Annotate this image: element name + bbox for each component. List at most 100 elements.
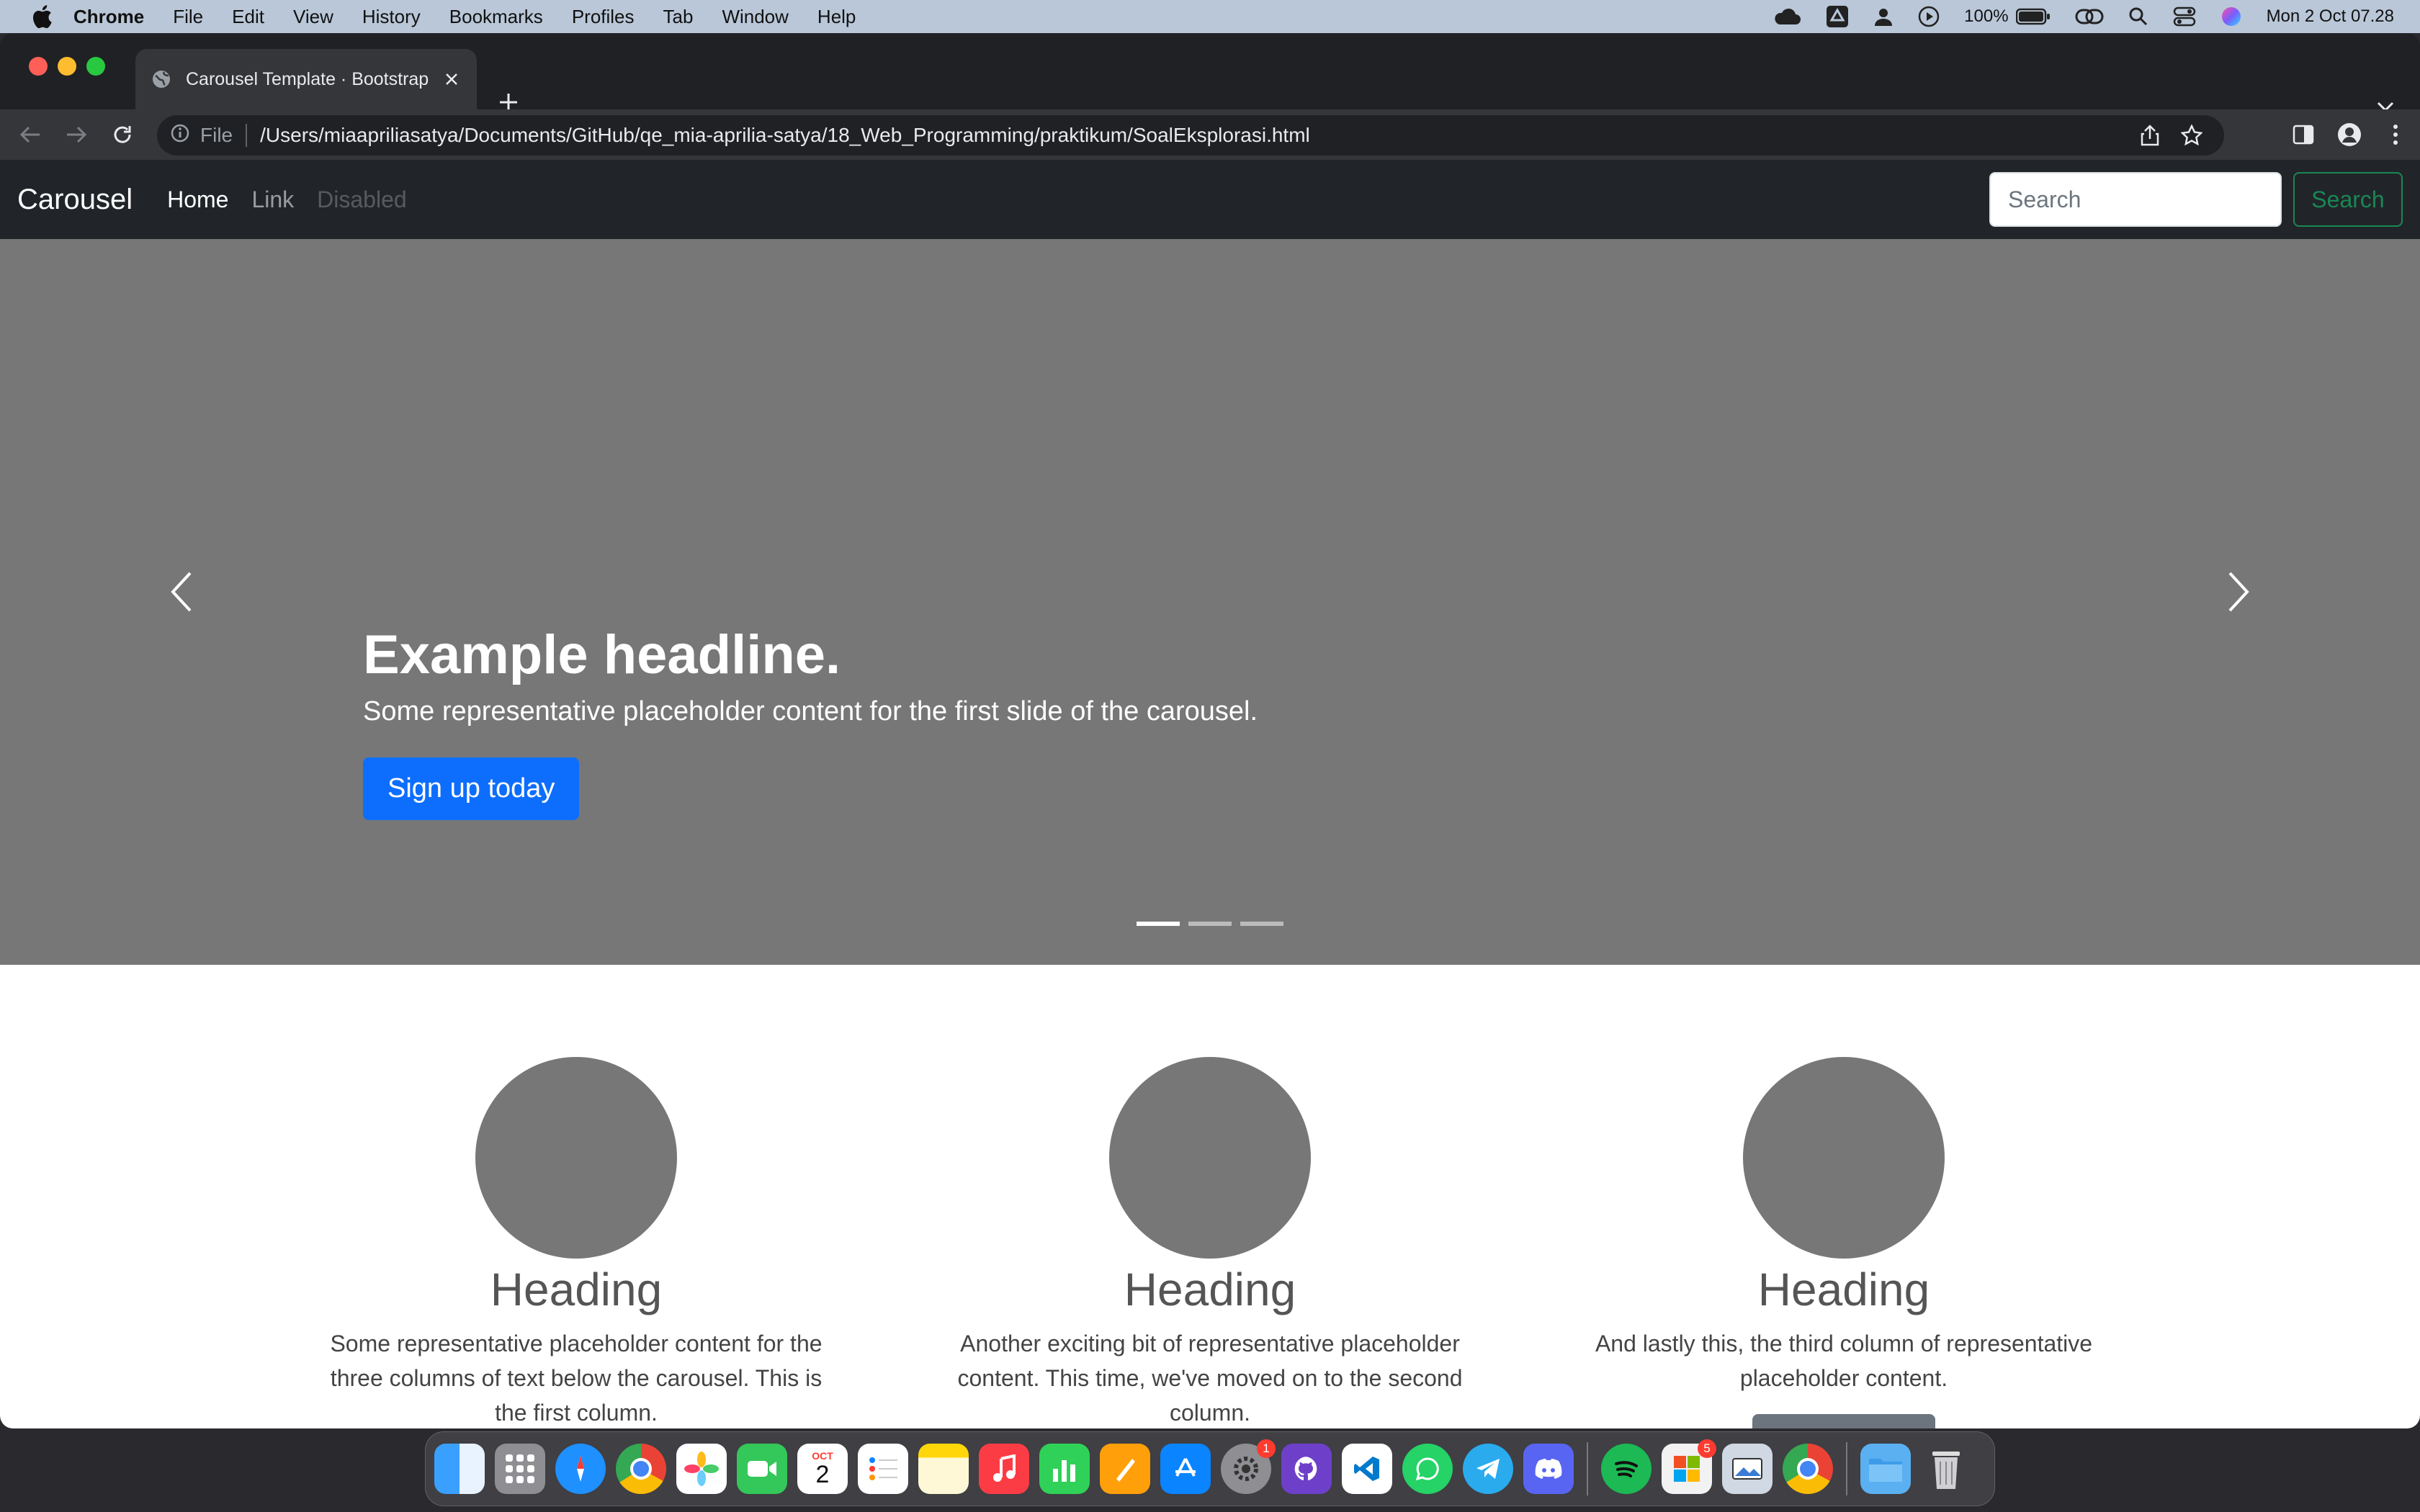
app-icon-badged[interactable]: 5 bbox=[1662, 1439, 1716, 1494]
carousel-indicator-2[interactable] bbox=[1188, 922, 1232, 926]
menu-tab[interactable]: Tab bbox=[663, 6, 694, 28]
close-window-button[interactable] bbox=[29, 57, 48, 76]
menu-profiles[interactable]: Profiles bbox=[572, 6, 635, 28]
numbers-icon[interactable] bbox=[1039, 1444, 1090, 1494]
navbar-brand[interactable]: Carousel bbox=[17, 184, 133, 216]
minimize-window-button[interactable] bbox=[58, 57, 76, 76]
google-drive-icon[interactable] bbox=[1826, 5, 1849, 28]
control-center-icon[interactable] bbox=[2173, 6, 2196, 27]
carousel-prev-chevron-left-icon[interactable] bbox=[160, 563, 203, 621]
notes-icon[interactable] bbox=[918, 1444, 969, 1494]
menu-file[interactable]: File bbox=[173, 6, 203, 28]
side-panel-icon[interactable] bbox=[2287, 119, 2319, 150]
globe-icon bbox=[151, 69, 171, 89]
sign-up-button[interactable]: Sign up today bbox=[363, 757, 580, 820]
battery-icon[interactable] bbox=[2015, 8, 2051, 25]
vscode-icon[interactable] bbox=[1342, 1444, 1392, 1494]
column-2-placeholder-image bbox=[1109, 1057, 1311, 1259]
finder-icon[interactable] bbox=[434, 1444, 485, 1494]
window-controls bbox=[29, 57, 115, 76]
menu-history[interactable]: History bbox=[362, 6, 421, 28]
column-3: Heading And lastly this, the third colum… bbox=[1585, 1057, 2103, 1428]
macos-menu-bar: Chrome File Edit View History Bookmarks … bbox=[0, 0, 2420, 33]
column-2-text: Another exciting bit of representative p… bbox=[957, 1331, 1463, 1426]
share-icon[interactable] bbox=[2141, 125, 2159, 146]
menu-window[interactable]: Window bbox=[722, 6, 788, 28]
preview-icon[interactable] bbox=[1722, 1444, 1773, 1494]
notification-badge: 1 bbox=[1257, 1439, 1276, 1458]
nav-link-disabled: Disabled bbox=[317, 186, 407, 212]
address-bar[interactable]: File /Users/miaapriliasatya/Documents/Gi… bbox=[157, 115, 2224, 156]
menu-app-name[interactable]: Chrome bbox=[73, 6, 144, 28]
folder-icon[interactable] bbox=[1860, 1444, 1911, 1494]
carousel-indicators bbox=[1137, 922, 1292, 926]
trash-icon[interactable] bbox=[1921, 1444, 1971, 1494]
url-text[interactable]: /Users/miaapriliasatya/Documents/GitHub/… bbox=[260, 124, 1310, 147]
column-3-placeholder-image bbox=[1743, 1057, 1945, 1259]
search-form: Search bbox=[1989, 172, 2403, 227]
menu-view[interactable]: View bbox=[293, 6, 333, 28]
column-1: Heading Some representative placeholder … bbox=[317, 1057, 835, 1428]
spotlight-search-icon[interactable] bbox=[2128, 6, 2148, 27]
profile-avatar-icon[interactable] bbox=[2334, 119, 2365, 150]
chrome-icon[interactable] bbox=[616, 1444, 666, 1494]
discord-icon[interactable] bbox=[1523, 1444, 1574, 1494]
column-2-heading: Heading bbox=[1124, 1264, 1296, 1315]
system-settings-gear-icon[interactable]: 1 bbox=[1221, 1439, 1276, 1494]
spotify-icon[interactable] bbox=[1601, 1444, 1652, 1494]
column-3-text: And lastly this, the third column of rep… bbox=[1595, 1331, 2093, 1391]
browser-toolbar: File /Users/miaapriliasatya/Documents/Gi… bbox=[0, 109, 2420, 160]
forward-arrow-icon[interactable] bbox=[60, 119, 92, 150]
github-desktop-icon[interactable] bbox=[1281, 1444, 1332, 1494]
launchpad-icon[interactable] bbox=[495, 1444, 545, 1494]
zoom-window-button[interactable] bbox=[86, 57, 105, 76]
page-viewport: Carousel Home Link Disabled Search Examp… bbox=[0, 160, 2420, 1428]
close-tab-icon[interactable] bbox=[441, 68, 462, 90]
top-navbar: Carousel Home Link Disabled Search bbox=[0, 160, 2420, 239]
search-input[interactable] bbox=[1989, 172, 2282, 227]
carousel-indicator-3[interactable] bbox=[1240, 922, 1283, 926]
link-icon[interactable] bbox=[2075, 7, 2104, 26]
cloud-icon[interactable] bbox=[1773, 7, 1801, 26]
user-icon[interactable] bbox=[1873, 6, 1894, 27]
column-3-view-details-button[interactable] bbox=[1752, 1414, 1935, 1428]
siri-icon[interactable] bbox=[2220, 6, 2242, 27]
pages-icon[interactable] bbox=[1100, 1444, 1150, 1494]
search-button[interactable]: Search bbox=[2293, 172, 2403, 227]
carousel-caption: Example headline. Some representative pl… bbox=[363, 624, 1258, 820]
carousel-next-chevron-right-icon[interactable] bbox=[2217, 563, 2260, 621]
menu-bar-clock[interactable]: Mon 2 Oct 07.28 bbox=[2267, 6, 2394, 27]
column-3-heading: Heading bbox=[1757, 1264, 1930, 1315]
photos-icon[interactable] bbox=[676, 1444, 727, 1494]
column-1-text: Some representative placeholder content … bbox=[330, 1331, 823, 1426]
back-arrow-icon[interactable] bbox=[14, 119, 46, 150]
browser-window: Carousel Template · Bootstrap File /User… bbox=[0, 33, 2420, 1428]
menu-bookmarks[interactable]: Bookmarks bbox=[449, 6, 543, 28]
calendar-icon[interactable]: OCT 2 bbox=[797, 1444, 848, 1494]
info-icon[interactable] bbox=[170, 123, 190, 148]
carousel-indicator-1[interactable] bbox=[1137, 922, 1180, 926]
menu-help[interactable]: Help bbox=[817, 6, 856, 28]
music-icon[interactable] bbox=[979, 1444, 1029, 1494]
chrome-icon-2[interactable] bbox=[1783, 1444, 1833, 1494]
browser-tab-active[interactable]: Carousel Template · Bootstrap bbox=[135, 49, 477, 109]
more-options-kebab-icon[interactable] bbox=[2380, 119, 2411, 150]
telegram-icon[interactable] bbox=[1463, 1444, 1513, 1494]
app-store-icon[interactable] bbox=[1160, 1444, 1211, 1494]
whatsapp-icon[interactable] bbox=[1402, 1444, 1453, 1494]
nav-link-link[interactable]: Link bbox=[251, 186, 294, 213]
facetime-icon[interactable] bbox=[737, 1444, 787, 1494]
dock-divider bbox=[1587, 1442, 1588, 1495]
url-scheme-label: File bbox=[200, 124, 233, 146]
column-1-heading: Heading bbox=[490, 1264, 663, 1315]
safari-icon[interactable] bbox=[555, 1444, 606, 1494]
menu-edit[interactable]: Edit bbox=[232, 6, 264, 28]
apple-menu-icon[interactable] bbox=[27, 2, 56, 31]
play-icon[interactable] bbox=[1918, 6, 1940, 27]
reload-icon[interactable] bbox=[107, 119, 138, 150]
notification-badge: 5 bbox=[1698, 1439, 1716, 1458]
nav-link-home[interactable]: Home bbox=[167, 186, 228, 213]
bookmark-star-icon[interactable] bbox=[2181, 125, 2202, 146]
reminders-icon[interactable] bbox=[858, 1444, 908, 1494]
calendar-month: OCT bbox=[812, 1450, 833, 1462]
